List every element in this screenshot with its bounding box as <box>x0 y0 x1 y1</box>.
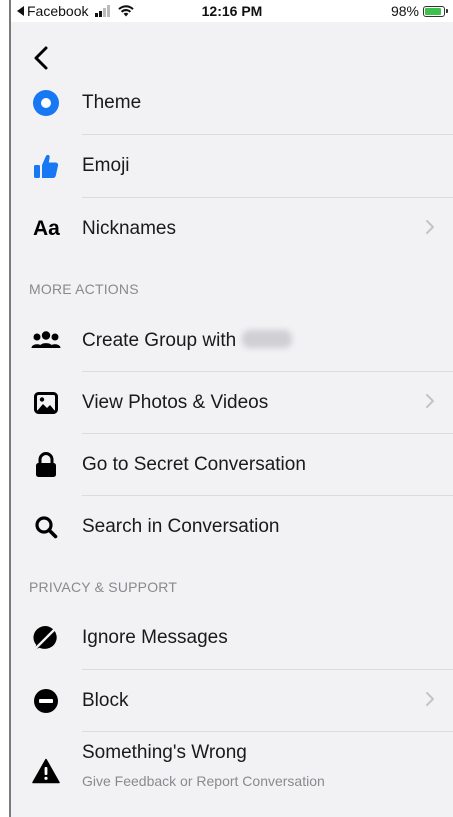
back-button[interactable] <box>30 44 54 72</box>
photo-icon <box>31 388 61 418</box>
something-wrong-row[interactable]: Something's Wrong Give Feedback or Repor… <box>11 732 453 806</box>
ignore-messages-label: Ignore Messages <box>82 627 228 648</box>
view-photos-row[interactable]: View Photos & Videos <box>11 372 453 434</box>
aa-text-icon: Aa <box>33 217 60 240</box>
ignore-messages-row[interactable]: Ignore Messages <box>11 607 453 669</box>
lock-icon <box>31 450 61 480</box>
battery-icon <box>423 5 448 17</box>
status-time: 12:16 PM <box>201 3 263 19</box>
chevron-left-icon <box>34 46 48 70</box>
something-wrong-subtitle: Give Feedback or Report Conversation <box>82 773 325 789</box>
search-conversation-row[interactable]: Search in Conversation <box>11 496 453 558</box>
conversation-settings-screen: Facebook 12:16 PM 98% Theme Emoji Aa Nic… <box>9 0 453 817</box>
block-icon <box>31 686 61 716</box>
search-conversation-label: Search in Conversation <box>82 516 280 537</box>
something-wrong-label: Something's Wrong <box>82 742 247 763</box>
thumbs-up-icon <box>31 151 61 181</box>
status-bar: Facebook 12:16 PM 98% <box>11 0 453 22</box>
people-group-icon <box>31 326 61 356</box>
secret-conversation-label: Go to Secret Conversation <box>82 454 306 475</box>
block-label: Block <box>82 690 129 711</box>
warning-icon <box>31 756 61 786</box>
nicknames-label: Nicknames <box>82 218 176 239</box>
theme-label: Theme <box>82 92 142 113</box>
theme-row[interactable]: Theme <box>11 72 453 134</box>
block-row[interactable]: Block <box>11 670 453 732</box>
nicknames-row[interactable]: Aa Nicknames <box>11 198 453 260</box>
emoji-row[interactable]: Emoji <box>11 135 453 197</box>
secret-conversation-row[interactable]: Go to Secret Conversation <box>11 434 453 496</box>
emoji-label: Emoji <box>82 155 130 176</box>
section-header-privacy-support: PRIVACY & SUPPORT <box>29 579 178 595</box>
chevron-right-icon <box>425 691 435 712</box>
create-group-label: Create Group with <box>82 330 293 352</box>
ignore-bubble-icon <box>31 623 61 653</box>
search-icon <box>31 512 61 542</box>
chevron-right-icon <box>425 393 435 414</box>
theme-circle-icon <box>31 88 61 118</box>
battery-status: 98% <box>390 3 448 19</box>
view-photos-label: View Photos & Videos <box>82 392 269 413</box>
battery-percent: 98% <box>390 3 419 19</box>
chevron-right-icon <box>425 219 435 240</box>
create-group-row[interactable]: Create Group with <box>11 310 453 372</box>
redacted-name <box>242 330 293 348</box>
section-header-more-actions: MORE ACTIONS <box>29 281 139 297</box>
